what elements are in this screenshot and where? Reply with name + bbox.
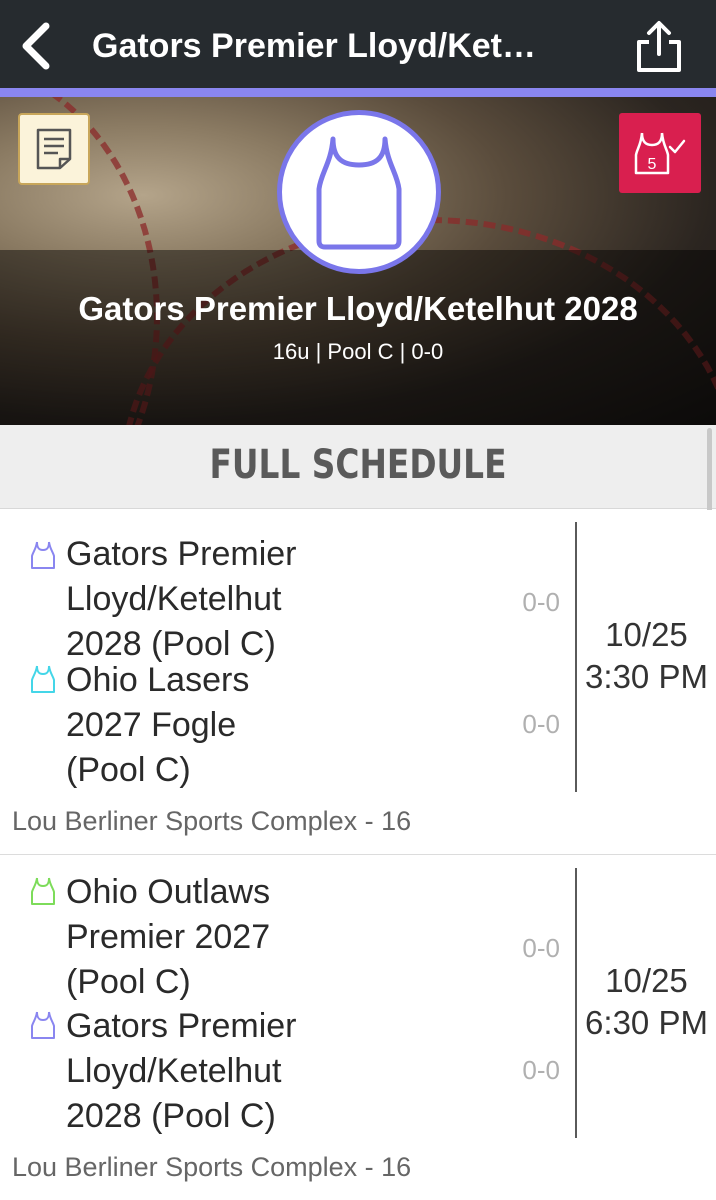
team-record: 0-0 (522, 1055, 560, 1085)
team-name-line: Lloyd/Ketelhut (66, 580, 282, 618)
team-name-line: Ohio Lasers (66, 661, 250, 699)
chevron-left-icon (22, 22, 50, 70)
game-date: 10/25 (605, 962, 688, 999)
game-time: 3:30 PM (585, 658, 708, 695)
game-card[interactable]: Ohio Outlaws Premier 2027 (Pool C) 0-0 G… (0, 856, 716, 1200)
jersey-icon (316, 136, 402, 250)
jersey-icon-purple (31, 541, 55, 569)
game-venue: Lou Berliner Sports Complex - 16 (12, 1152, 412, 1182)
team-logo (277, 110, 441, 274)
team-name-line: 2028 (Pool C) (66, 1097, 276, 1135)
team-name-line: Lloyd/Ketelhut (66, 1052, 282, 1090)
game-time: 6:30 PM (585, 1004, 708, 1041)
team-name-line: Ohio Outlaws (66, 873, 271, 911)
game-card[interactable]: Gators Premier Lloyd/Ketelhut 2028 (Pool… (0, 510, 716, 855)
team-meta: 16u | Pool C | 0-0 (272, 339, 444, 364)
jersey-icon-green (31, 877, 55, 905)
nav-title: Gators Premier Lloyd/Ket… (92, 27, 537, 65)
team-name-line: (Pool C) (66, 751, 191, 789)
team-row: Ohio Lasers 2027 Fogle (Pool C) 0-0 (0, 658, 575, 794)
team-row: Gators Premier Lloyd/Ketelhut 2028 (Pool… (0, 1004, 575, 1140)
back-button[interactable] (10, 18, 60, 74)
team-name-line: Premier 2027 (66, 918, 271, 956)
notes-icon (36, 128, 72, 170)
notes-button[interactable] (18, 113, 90, 185)
team-name-away: Gators Premier Lloyd/Ketelhut 2028 (Pool… (66, 1004, 366, 1139)
jersey-check-icon: 5 (634, 132, 686, 175)
team-name-line: (Pool C) (66, 963, 191, 1001)
team-row: Ohio Outlaws Premier 2027 (Pool C) 0-0 (0, 868, 575, 1004)
scrollbar[interactable] (707, 428, 712, 523)
team-record: 0-0 (522, 709, 560, 739)
roster-button[interactable]: 5 (619, 113, 701, 193)
team-name-away: Ohio Lasers 2027 Fogle (Pool C) (66, 658, 366, 793)
game-venue: Lou Berliner Sports Complex - 16 (12, 806, 412, 836)
team-record: 0-0 (522, 587, 560, 617)
share-icon (637, 21, 681, 72)
jersey-icon-purple (31, 1011, 55, 1039)
team-name-home: Gators Premier Lloyd/Ketelhut 2028 (Pool… (66, 532, 366, 667)
game-datetime: 10/25 3:30 PM (577, 614, 716, 698)
team-name-line: 2027 Fogle (66, 706, 237, 744)
team-row: Gators Premier Lloyd/Ketelhut 2028 (Pool… (0, 522, 575, 663)
team-record: 0-0 (522, 933, 560, 963)
roster-badge-number: 5 (648, 156, 657, 173)
team-name-line: Gators Premier (66, 1007, 297, 1045)
jersey-icon-cyan (31, 665, 55, 693)
section-title: FULL SCHEDULE (209, 442, 507, 488)
nav-bar: Gators Premier Lloyd/Ket… (0, 0, 716, 97)
share-button[interactable] (632, 18, 686, 76)
team-hero-banner: 5 Gators Premier Lloyd/Ketelhut 2028 16u… (0, 97, 716, 425)
team-name-line: Gators Premier (66, 535, 297, 573)
team-name: Gators Premier Lloyd/Ketelhut 2028 (78, 290, 638, 327)
nav-accent-line (0, 88, 716, 97)
game-date: 10/25 (605, 616, 688, 653)
game-datetime: 10/25 6:30 PM (577, 960, 716, 1044)
team-name-home: Ohio Outlaws Premier 2027 (Pool C) (66, 870, 366, 1005)
schedule-section-header: FULL SCHEDULE (0, 425, 716, 509)
